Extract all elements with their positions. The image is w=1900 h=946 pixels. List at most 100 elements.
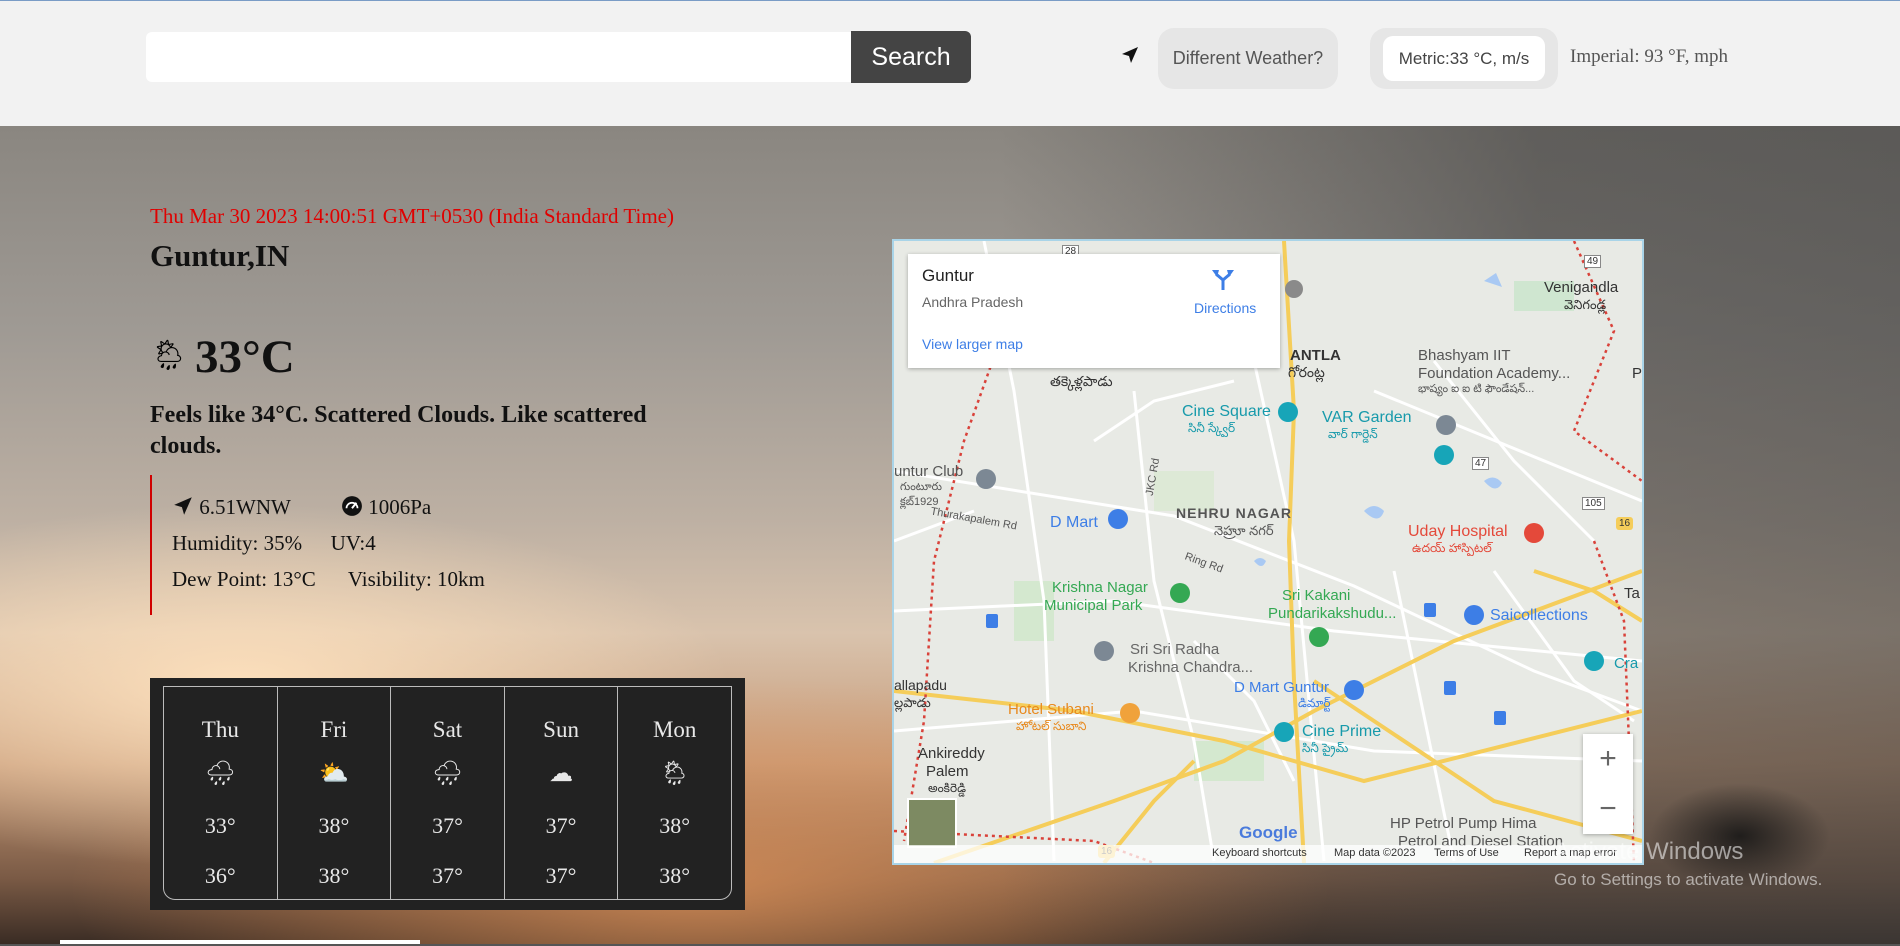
map-label: untur Club <box>894 463 964 480</box>
map-label: సినీ స్క్వేర్ <box>1188 421 1236 435</box>
map-label: Sri Sri Radha <box>1130 641 1220 658</box>
dew-visibility-row: Dew Point: 13°C Visibility: 10km <box>172 567 485 592</box>
forecast-day-name: Fri <box>320 717 348 742</box>
map-label: డిమార్ట్ <box>1298 696 1331 710</box>
sun-behind-cloud-icon: ⛅ <box>318 761 349 787</box>
units-toggle: Metric:33 °C, m/s <box>1370 28 1558 89</box>
map-label: D Mart <box>1050 514 1098 531</box>
city-name: Guntur,IN <box>150 238 290 273</box>
map-label: Sri Kakani <box>1282 587 1351 604</box>
zoom-in-button[interactable]: + <box>1583 734 1633 784</box>
view-larger-map-link[interactable]: View larger map <box>922 336 1023 352</box>
road-shield: 49 <box>1584 255 1602 268</box>
forecast-day-name: Mon <box>652 717 697 742</box>
current-temperature: 33°C <box>195 331 295 383</box>
forecast-high: 37° <box>432 813 463 838</box>
feels-like-description: Feels like 34°C. Scattered Clouds. Like … <box>150 402 647 459</box>
zoom-controls: + − <box>1583 734 1633 834</box>
map-label: వెనిగండ్ల <box>1564 297 1607 312</box>
rain-cloud-icon: 🌧 <box>432 761 463 787</box>
map-label: Ta <box>1624 585 1640 602</box>
forecast-day: Sun ☁ 37° 37° <box>505 687 619 899</box>
map-label: సినీ ప్రైమ్ <box>1302 741 1349 755</box>
metric-button[interactable]: Metric:33 °C, m/s <box>1383 36 1545 81</box>
map-label: P <box>1632 365 1643 382</box>
directions-icon[interactable] <box>1210 266 1236 292</box>
terms-link[interactable]: Terms of Use <box>1434 847 1499 859</box>
map-label: Municipal Park <box>1044 597 1143 614</box>
wind-speed: 6.51WNW <box>199 495 291 519</box>
place-title: Guntur <box>922 266 974 285</box>
different-weather-button[interactable]: Different Weather? <box>1158 28 1338 89</box>
search-input[interactable] <box>146 32 852 82</box>
google-logo: Google <box>1239 823 1298 842</box>
forecast-grid: Thu 🌧 33° 36° Fri ⛅ 38° 38° Sat 🌧 37° 37… <box>163 686 732 900</box>
directions-link[interactable]: Directions <box>1194 300 1256 316</box>
wind-direction-icon <box>174 497 192 515</box>
forecast-day: Mon 🌦 38° 38° <box>618 687 731 899</box>
sun-rain-icon: 🌦 <box>659 761 690 787</box>
forecast-high: 33° <box>204 813 236 838</box>
forecast-high: 38° <box>659 813 691 838</box>
map-label: నెహ్రూ నగర్ <box>1214 523 1274 538</box>
watermark-subtitle: Go to Settings to activate Windows. <box>1554 870 1823 889</box>
map-label: హోటల్ సుబాని <box>1016 719 1087 733</box>
forecast-day-name: Sat <box>432 717 463 742</box>
forecast-day: Sat 🌧 37° 37° <box>391 687 505 899</box>
map-label: Cra <box>1614 655 1639 672</box>
map-label: VAR Garden <box>1322 409 1412 426</box>
map-label: Hotel Subani <box>1008 701 1094 718</box>
cloud-icon: ☁ <box>549 761 574 787</box>
bottom-scroll-indicator <box>60 940 420 944</box>
forecast-low: 36° <box>204 863 236 888</box>
forecast-panel: Thu 🌧 33° 36° Fri ⛅ 38° 38° Sat 🌧 37° 37… <box>150 678 745 910</box>
map-label: ఉదయ్ హాస్పిటల్ <box>1412 541 1492 555</box>
search-button[interactable]: Search <box>851 31 971 83</box>
road-shield: 105 <box>1582 497 1605 510</box>
map-label: Palem <box>926 763 969 780</box>
forecast-high: 38° <box>318 813 350 838</box>
forecast-low: 37° <box>432 863 463 888</box>
pressure-gauge-icon <box>342 496 362 516</box>
map-data-label: Map data ©2023 <box>1334 847 1416 859</box>
imperial-button[interactable]: Imperial: 93 °F, mph <box>1570 46 1728 68</box>
keyboard-shortcuts-link[interactable]: Keyboard shortcuts <box>1212 847 1307 859</box>
map-footer: Keyboard shortcuts Map data ©2023 Terms … <box>894 845 1642 863</box>
map-label: NEHRU NAGAR <box>1176 505 1292 521</box>
map-label: తక్కెళ్లపాడు <box>1050 373 1113 389</box>
activate-windows-watermark: Activate Windows Go to Settings to activ… <box>1554 838 1822 890</box>
place-subtitle: Andhra Pradesh <box>922 294 1024 310</box>
forecast-low: 38° <box>318 863 350 888</box>
forecast-day: Thu 🌧 33° 36° <box>164 687 278 899</box>
map-label: Foundation Academy... <box>1418 365 1571 382</box>
current-datetime: Thu Mar 30 2023 14:00:51 GMT+0530 (India… <box>150 204 674 228</box>
map-label: Cine Square <box>1182 403 1271 420</box>
forecast-high: 37° <box>545 813 577 838</box>
map-label: ల్లపాడు <box>894 695 931 710</box>
navigation-arrow-icon[interactable] <box>1120 45 1140 65</box>
map-label: HP Petrol Pump Hima <box>1390 815 1537 832</box>
zoom-out-button[interactable]: − <box>1583 784 1633 834</box>
map-label: గుంటూరు క్లబ్1929 <box>900 481 942 508</box>
map-label: గోరంట్ల <box>1288 364 1325 380</box>
forecast-day-name: Thu <box>201 717 239 742</box>
map-label: అంకిరెడ్డి <box>928 781 966 795</box>
watermark-title: Activate Windows <box>1554 838 1744 865</box>
map-label: Ankireddy <box>918 745 985 762</box>
map-label: భాష్యం ఐ ఐ టి ఫౌండేషన్... <box>1418 383 1535 395</box>
map-label: వార్ గార్డెన్ <box>1328 427 1378 441</box>
sun-behind-rain-cloud-icon: 🌦 <box>150 339 189 372</box>
map-label: Uday Hospital <box>1408 523 1508 540</box>
embedded-map[interactable]: ANTLA గోరంట్ల Venigandla వెనిగండ్ల Bhash… <box>892 239 1644 865</box>
top-bar: Search Different Weather? Metric:33 °C, … <box>0 0 1900 126</box>
map-label: Krishna Nagar <box>1052 579 1148 596</box>
uv-index: UV:4 <box>330 531 376 555</box>
map-label: D Mart Guntur <box>1234 679 1330 696</box>
humidity: Humidity: 35% <box>172 531 303 555</box>
map-place-card: Guntur Andhra Pradesh Directions View la… <box>908 254 1280 368</box>
map-label: Cine Prime <box>1302 723 1382 740</box>
dew-point: Dew Point: 13°C <box>172 567 316 591</box>
rain-icon: 🌧 <box>205 761 236 787</box>
forecast-low: 38° <box>659 863 691 888</box>
forecast-day-name: Sun <box>543 717 579 742</box>
